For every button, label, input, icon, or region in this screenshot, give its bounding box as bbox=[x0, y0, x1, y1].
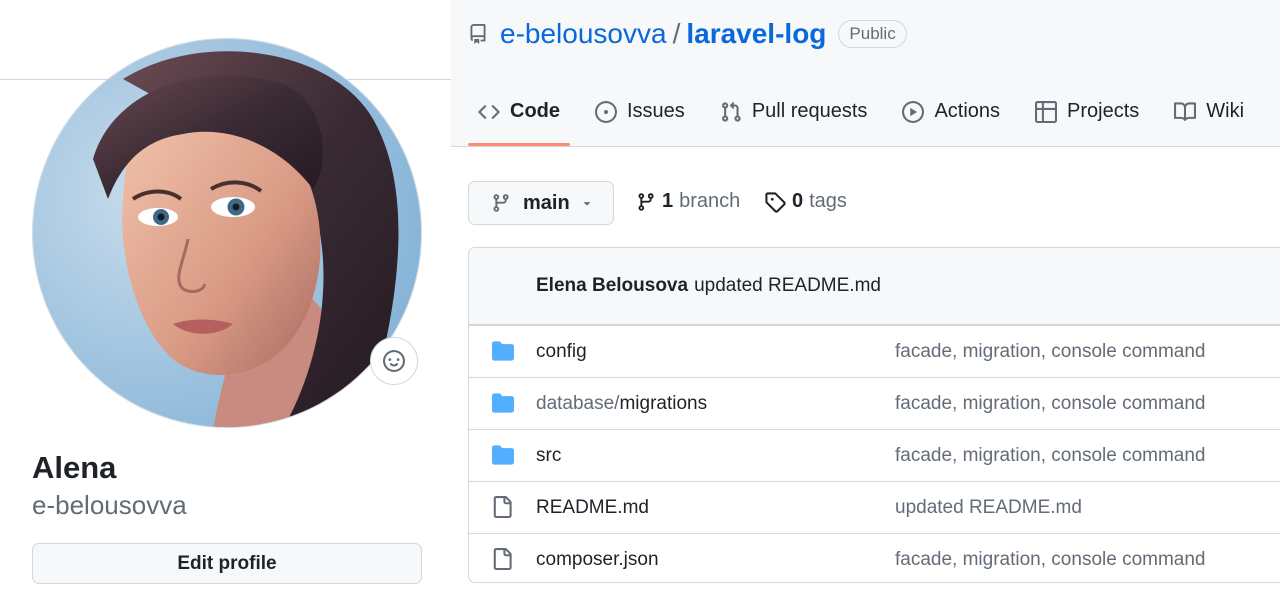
book-icon bbox=[1174, 100, 1197, 124]
table-row[interactable]: database/migrations facade, migration, c… bbox=[469, 377, 1280, 429]
tag-word: tags bbox=[809, 190, 847, 212]
branch-count: 1 bbox=[662, 190, 674, 212]
tab-actions[interactable]: Actions bbox=[892, 90, 1010, 146]
commit-author[interactable]: Elena Belousova bbox=[536, 275, 688, 297]
branch-select-button[interactable]: main bbox=[468, 181, 614, 225]
set-status-button[interactable] bbox=[370, 337, 418, 385]
profile-name: Alena bbox=[32, 450, 117, 485]
issue-opened-icon bbox=[595, 100, 617, 124]
folder-icon bbox=[491, 340, 515, 362]
play-icon bbox=[902, 100, 925, 124]
file-name-link[interactable]: src bbox=[536, 445, 561, 467]
file-icon bbox=[491, 496, 513, 518]
file-name-link[interactable]: database/migrations bbox=[536, 393, 707, 415]
git-branch-icon bbox=[636, 192, 656, 212]
tabs-divider bbox=[451, 146, 1280, 147]
file-name-link[interactable]: README.md bbox=[536, 497, 649, 519]
tag-count: 0 bbox=[792, 190, 804, 212]
commit-message[interactable]: updated README.md bbox=[694, 275, 881, 297]
tab-actions-label: Actions bbox=[934, 100, 1001, 122]
tab-issues-label: Issues bbox=[627, 100, 685, 122]
table-row[interactable]: README.md updated README.md bbox=[469, 481, 1280, 533]
file-dir-prefix: database/ bbox=[536, 392, 620, 414]
branch-word: branch bbox=[679, 190, 741, 212]
tag-icon bbox=[764, 191, 786, 213]
tab-code[interactable]: Code bbox=[468, 90, 570, 146]
file-commit-message[interactable]: facade, migration, console command bbox=[895, 341, 1206, 363]
file-commit-message[interactable]: updated README.md bbox=[895, 497, 1082, 519]
repo-nav-tabs: Code Issues Pull requests Actions Projec… bbox=[468, 90, 1269, 146]
table-row[interactable]: src facade, migration, console command bbox=[469, 429, 1280, 481]
tab-wiki-label: Wiki bbox=[1206, 100, 1245, 122]
file-commit-message[interactable]: facade, migration, console command bbox=[895, 549, 1206, 571]
tags-link[interactable]: 0 tags bbox=[764, 190, 847, 213]
table-row[interactable]: composer.json facade, migration, console… bbox=[469, 533, 1280, 582]
git-branch-icon bbox=[491, 193, 511, 213]
tab-pull-requests-label: Pull requests bbox=[751, 100, 868, 122]
smiley-icon bbox=[383, 350, 405, 372]
latest-commit-bar: Elena Belousova updated README.md bbox=[469, 248, 1280, 325]
triangle-down-icon bbox=[580, 196, 594, 210]
repo-title: e-belousovva / laravel-log Public bbox=[468, 14, 907, 54]
tab-projects[interactable]: Projects bbox=[1025, 90, 1149, 146]
repo-icon bbox=[468, 22, 488, 46]
branch-name: main bbox=[523, 191, 570, 214]
repo-owner-link[interactable]: e-belousovva bbox=[500, 18, 667, 50]
avatar[interactable] bbox=[32, 38, 422, 428]
folder-icon bbox=[491, 444, 515, 466]
file-commit-message[interactable]: facade, migration, console command bbox=[895, 393, 1206, 415]
table-icon bbox=[1035, 100, 1058, 124]
git-pull-request-icon bbox=[720, 100, 742, 124]
file-commit-message[interactable]: facade, migration, console command bbox=[895, 445, 1206, 467]
code-icon bbox=[478, 100, 500, 124]
tab-projects-label: Projects bbox=[1067, 100, 1140, 122]
file-icon bbox=[491, 548, 513, 570]
tab-wiki[interactable]: Wiki bbox=[1164, 90, 1254, 146]
visibility-badge: Public bbox=[838, 20, 907, 48]
branches-link[interactable]: 1 branch bbox=[636, 190, 740, 213]
file-table: Elena Belousova updated README.md config… bbox=[468, 247, 1280, 583]
table-row[interactable]: config facade, migration, console comman… bbox=[469, 325, 1280, 377]
repo-name-link[interactable]: laravel-log bbox=[686, 18, 826, 50]
edit-profile-button[interactable]: Edit profile bbox=[32, 543, 422, 584]
file-name-part: migrations bbox=[619, 392, 708, 414]
tab-issues[interactable]: Issues bbox=[585, 90, 695, 146]
file-name-link[interactable]: composer.json bbox=[536, 549, 659, 571]
repo-path-separator: / bbox=[672, 18, 681, 49]
tab-code-label: Code bbox=[510, 100, 560, 122]
avatar-portrait-image bbox=[33, 39, 421, 427]
tab-pull-requests[interactable]: Pull requests bbox=[710, 90, 878, 146]
folder-icon bbox=[491, 392, 515, 414]
profile-login: e-belousovva bbox=[32, 490, 187, 520]
file-name-link[interactable]: config bbox=[536, 341, 587, 363]
